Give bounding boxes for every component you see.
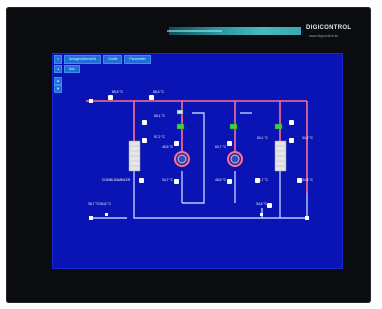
sensor-pump1-bottom: 34,7 °C bbox=[162, 178, 174, 182]
sensor-hx-right-bottom: 46,7 °C bbox=[257, 178, 269, 182]
brand-logo-line bbox=[167, 30, 222, 32]
heat-exchanger-right bbox=[274, 140, 287, 172]
valve-small-icon bbox=[176, 109, 184, 115]
end-marker bbox=[89, 216, 93, 220]
scada-screen: ≡ Anlagenübersicht Grafik Parameter ◂ In… bbox=[52, 53, 343, 269]
sensor-icon[interactable] bbox=[174, 179, 179, 184]
hydraulic-schematic: 89,5 °C 88,6 °C 65,1 °C 57,2 °C COMBI-SA… bbox=[86, 90, 314, 220]
sensor-pump1-top: 48,5 °C bbox=[162, 145, 174, 149]
valve-2-icon[interactable] bbox=[229, 123, 238, 130]
sensor-return-right: 34,8 °C bbox=[256, 202, 268, 206]
combi-sammler-left bbox=[128, 140, 141, 172]
pump-1-icon[interactable] bbox=[174, 151, 190, 167]
sensor-supply-left: 89,5 °C bbox=[112, 90, 124, 94]
sensor-right-top: 34,2 °C bbox=[302, 136, 314, 140]
pump-2-icon[interactable] bbox=[227, 151, 243, 167]
sensor-pump2-bottom: 45,5 °C bbox=[215, 178, 227, 182]
end-marker bbox=[105, 213, 108, 216]
sensor-icon[interactable] bbox=[227, 179, 232, 184]
end-marker bbox=[260, 213, 263, 216]
sensor-icon[interactable] bbox=[108, 95, 113, 100]
sensor-return-left: 35,7 °C/34,8 °C bbox=[88, 202, 112, 206]
sensor-pump2-top: 60,7 °C bbox=[215, 145, 227, 149]
brand-subtitle: www.digicontrol.de bbox=[309, 34, 339, 38]
sensor-icon[interactable] bbox=[142, 120, 147, 125]
sensor-icon[interactable] bbox=[289, 120, 294, 125]
combiner-label: COMBI-SAMMLER bbox=[102, 178, 131, 182]
sensor-icon[interactable] bbox=[174, 141, 179, 146]
sensor-icon[interactable] bbox=[267, 203, 272, 208]
brand-name: DIGICONTROL bbox=[306, 25, 352, 31]
sensor-right-bottom: 34,8 °C bbox=[302, 178, 314, 182]
sensor-supply-mid: 88,6 °C bbox=[153, 90, 165, 94]
sensor-boiler1-return: 57,2 °C bbox=[154, 135, 166, 139]
sensor-icon[interactable] bbox=[139, 178, 144, 183]
sensor-icon[interactable] bbox=[149, 95, 154, 100]
sensor-icon[interactable] bbox=[289, 138, 294, 143]
sensor-hx-right-top: 60,1 °C bbox=[257, 136, 269, 140]
sensor-boiler1-temp: 65,1 °C bbox=[154, 114, 166, 118]
valve-3-icon[interactable] bbox=[274, 123, 283, 130]
sensor-icon[interactable] bbox=[142, 138, 147, 143]
sensor-icon[interactable] bbox=[227, 141, 232, 146]
valve-1-icon[interactable] bbox=[176, 123, 185, 130]
end-marker bbox=[305, 216, 309, 220]
end-marker bbox=[89, 99, 93, 103]
